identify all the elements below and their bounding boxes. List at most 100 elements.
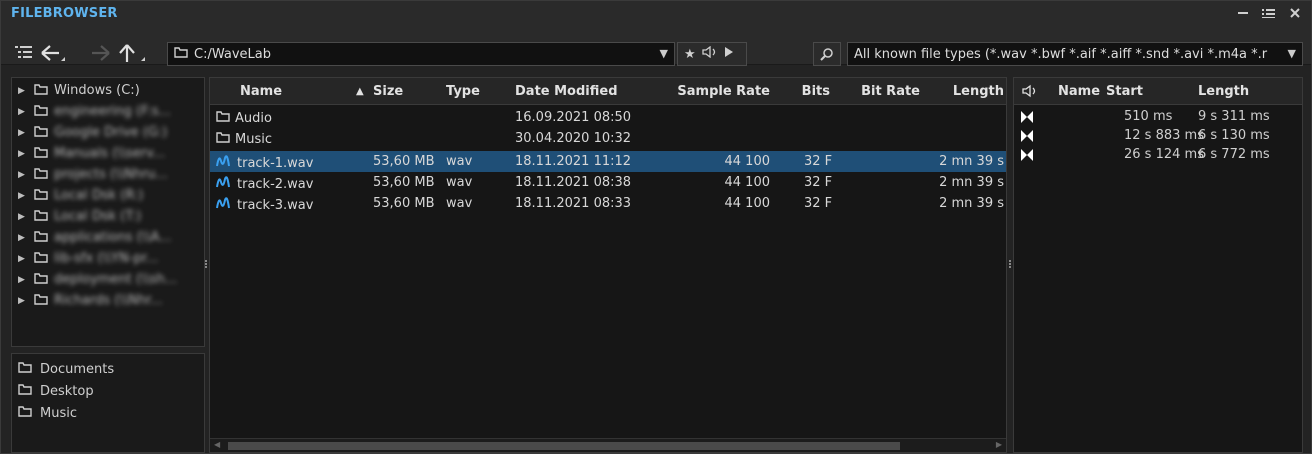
play-icon[interactable]: [724, 46, 734, 62]
file-length: 2 mn 39 s: [939, 175, 1004, 190]
folder-icon: [34, 272, 48, 288]
file-row[interactable]: track-2.wav 53,60 MB wav 18.11.2021 08:3…: [210, 172, 1006, 193]
waveform-icon: [216, 196, 232, 214]
file-type: wav: [446, 196, 473, 211]
tree-item-label: projects (\\Nhru...: [54, 167, 168, 182]
column-header-marker-start[interactable]: Start: [1106, 84, 1143, 99]
path-field[interactable]: C:/WaveLab ▼: [167, 42, 675, 66]
back-icon[interactable]: [39, 41, 67, 65]
expand-arrow-icon[interactable]: ▶: [18, 128, 28, 138]
marker-row[interactable]: 26 s 124 ms 6 s 772 ms: [1014, 147, 1302, 163]
chevron-down-icon[interactable]: ▼: [1288, 47, 1296, 60]
column-header-bit-rate[interactable]: Bit Rate: [840, 84, 920, 99]
speaker-icon[interactable]: [702, 45, 718, 62]
column-header-size[interactable]: Size: [373, 84, 403, 99]
column-header-date-modified[interactable]: Date Modified: [515, 84, 618, 99]
marker-length: 6 s 772 ms: [1198, 147, 1270, 162]
waveform-icon: [216, 175, 232, 193]
region-marker-icon: [1020, 148, 1034, 166]
column-header-marker-name[interactable]: Name: [1058, 84, 1100, 99]
column-header-type[interactable]: Type: [446, 84, 480, 99]
favorites-audition-controls: ★: [677, 42, 747, 66]
folder-icon: [34, 230, 48, 246]
scroll-left-icon[interactable]: ◀: [214, 440, 220, 449]
region-marker-icon: [1020, 110, 1034, 128]
column-header-length[interactable]: Length: [930, 84, 1004, 99]
scroll-right-icon[interactable]: ▶: [996, 440, 1002, 449]
search-icon[interactable]: [813, 42, 841, 66]
file-name: track-2.wav: [237, 176, 314, 192]
tree-item-label: Manuals (\\serv...: [54, 146, 166, 161]
marker-start: 26 s 124 ms: [1124, 147, 1204, 162]
tree-item[interactable]: ▶ applications (\\A...: [12, 227, 204, 248]
forward-icon[interactable]: [85, 41, 113, 65]
marker-row[interactable]: 12 s 883 ms 6 s 130 ms: [1014, 128, 1302, 144]
quick-item-music[interactable]: Music: [12, 402, 204, 424]
layout-icon[interactable]: [1261, 4, 1277, 22]
expand-arrow-icon[interactable]: ▶: [18, 254, 28, 264]
file-row[interactable]: Audio 16.09.2021 08:50: [210, 107, 1006, 128]
column-header-sample-rate[interactable]: Sample Rate: [650, 84, 770, 99]
expand-arrow-icon[interactable]: ▶: [18, 212, 28, 222]
up-icon[interactable]: [117, 41, 157, 65]
file-bits: 32 F: [804, 196, 833, 211]
tree-item[interactable]: ▶ Local Dsk (R:): [12, 185, 204, 206]
sort-ascending-icon: ▲: [356, 86, 364, 97]
tree-item[interactable]: ▶ deployment (\\sh...: [12, 269, 204, 290]
file-row[interactable]: Music 30.04.2020 10:32: [210, 128, 1006, 149]
folder-icon: [18, 361, 32, 377]
tree-item-label: Local Dsk (T:): [54, 209, 142, 224]
file-name-cell: track-3.wav: [216, 196, 313, 214]
expand-arrow-icon[interactable]: ▶: [18, 170, 28, 180]
expand-arrow-icon[interactable]: ▶: [18, 233, 28, 243]
tree-item[interactable]: ▶ lib-sfx (\\YN-pr...: [12, 248, 204, 269]
column-header-bits[interactable]: Bits: [780, 84, 830, 99]
folder-icon: [34, 125, 48, 141]
waveform-icon: [216, 154, 232, 172]
quick-item-documents[interactable]: Documents: [12, 358, 204, 380]
file-row[interactable]: track-3.wav 53,60 MB wav 18.11.2021 08:3…: [210, 193, 1006, 214]
file-date: 18.11.2021 08:33: [515, 196, 632, 211]
file-name: Music: [235, 131, 272, 147]
file-name-cell: track-2.wav: [216, 175, 313, 193]
tree-item[interactable]: ▶ Local Dsk (T:): [12, 206, 204, 227]
file-name-cell: track-1.wav: [216, 154, 313, 172]
tree-item[interactable]: ▶ Windows (C:): [12, 80, 204, 101]
expand-arrow-icon[interactable]: ▶: [18, 296, 28, 306]
file-type: wav: [446, 154, 473, 169]
column-header-marker-length[interactable]: Length: [1198, 84, 1249, 99]
tree-item[interactable]: ▶ projects (\\Nhru...: [12, 164, 204, 185]
view-mode-icon[interactable]: [13, 41, 35, 65]
speaker-icon[interactable]: [1022, 84, 1038, 102]
toolbar: C:/WaveLab ▼ ★ All known file types (*.w…: [1, 29, 1311, 66]
quick-item-desktop[interactable]: Desktop: [12, 380, 204, 402]
column-header-name[interactable]: Name: [240, 84, 282, 99]
close-icon[interactable]: [1287, 4, 1303, 22]
file-sample-rate: 44 100: [724, 175, 771, 190]
star-icon[interactable]: ★: [684, 47, 696, 62]
minimize-icon[interactable]: [1235, 4, 1251, 22]
expand-arrow-icon[interactable]: ▶: [18, 107, 28, 117]
scrollbar-thumb[interactable]: [228, 442, 900, 450]
marker-list-header: Name Start Length: [1014, 78, 1302, 105]
horizontal-scrollbar[interactable]: ◀ ▶: [210, 438, 1006, 452]
tree-item[interactable]: ▶ engineering (F:s...: [12, 101, 204, 122]
file-date: 18.11.2021 08:38: [515, 175, 632, 190]
expand-arrow-icon[interactable]: ▶: [18, 275, 28, 285]
tree-item[interactable]: ▶ Manuals (\\serv...: [12, 143, 204, 164]
marker-list: Name Start Length 510 ms 9 s 311 ms 12 s…: [1013, 77, 1303, 453]
folder-icon: [34, 104, 48, 120]
chevron-down-icon[interactable]: ▼: [660, 47, 668, 60]
tree-item[interactable]: ▶ Richards (\\Nhr...: [12, 290, 204, 311]
folder-icon: [216, 131, 230, 147]
expand-arrow-icon[interactable]: ▶: [18, 149, 28, 159]
marker-row[interactable]: 510 ms 9 s 311 ms: [1014, 109, 1302, 125]
quick-item-label: Music: [40, 405, 77, 421]
file-row-selected[interactable]: track-1.wav 53,60 MB wav 18.11.2021 11:1…: [210, 151, 1006, 172]
file-type-filter[interactable]: All known file types (*.wav *.bwf *.aif …: [847, 42, 1303, 66]
expand-arrow-icon[interactable]: ▶: [18, 191, 28, 201]
file-list: Name ▲ Size Type Date Modified Sample Ra…: [209, 77, 1007, 453]
expand-arrow-icon[interactable]: ▶: [18, 86, 28, 96]
tree-item[interactable]: ▶ Google Drive (G:): [12, 122, 204, 143]
file-date: 18.11.2021 11:12: [515, 154, 632, 169]
